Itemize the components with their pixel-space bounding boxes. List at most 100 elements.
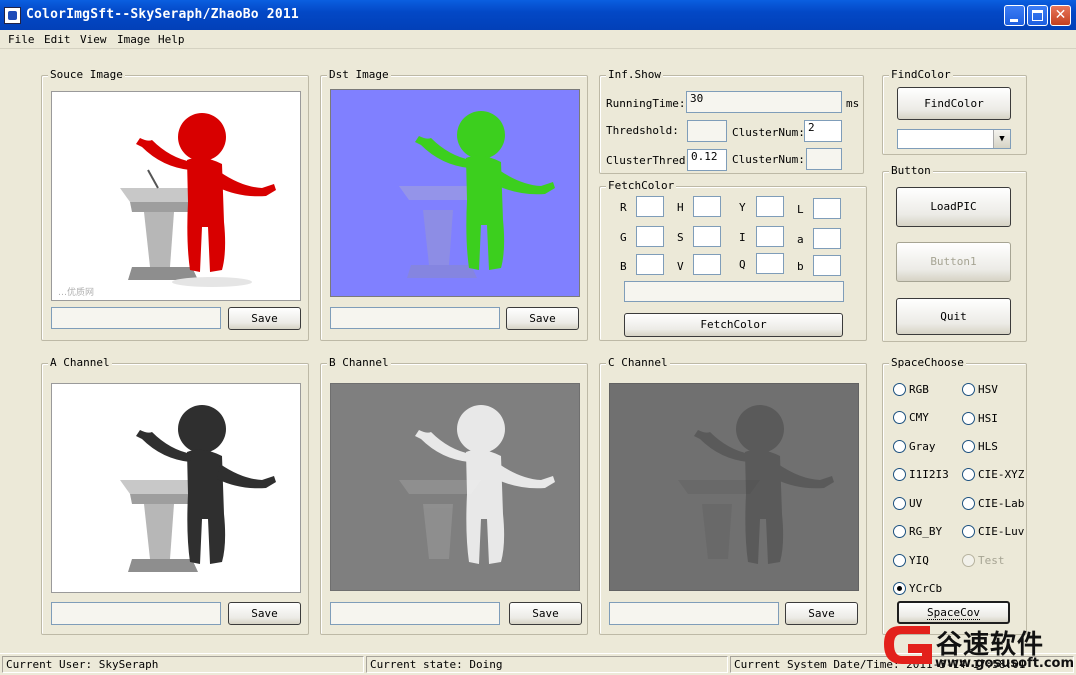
menu-view[interactable]: View bbox=[80, 33, 107, 46]
radio-cie-xyz-indicator[interactable] bbox=[962, 468, 975, 481]
dst-path-field[interactable] bbox=[330, 307, 500, 329]
channel-q-field[interactable] bbox=[756, 253, 784, 274]
c-channel-save-button[interactable]: Save bbox=[785, 602, 858, 625]
threshold-field[interactable] bbox=[687, 120, 727, 142]
find-color-select[interactable]: ▼ bbox=[897, 129, 1011, 149]
load-pic-button[interactable]: LoadPIC bbox=[896, 187, 1011, 227]
radio-hsi[interactable]: HSI bbox=[962, 411, 1026, 427]
source-image-group: Souce Image …优质网 Save bbox=[41, 68, 309, 341]
a-channel-path-field[interactable] bbox=[51, 602, 221, 625]
source-path-field[interactable] bbox=[51, 307, 221, 329]
radio-rg-by-indicator[interactable] bbox=[893, 525, 906, 538]
radio-rg-by[interactable]: RG_BY bbox=[893, 524, 963, 540]
radio-cmy-indicator[interactable] bbox=[893, 411, 906, 424]
radio-i1i2i3[interactable]: I1I2I3 bbox=[893, 467, 963, 483]
radio-rg-by-label: RG_BY bbox=[909, 525, 943, 538]
channel-l-field[interactable] bbox=[813, 198, 841, 219]
radio-cie-luv[interactable]: CIE-Luv bbox=[962, 524, 1026, 540]
a-channel-figure-image bbox=[120, 405, 276, 572]
radio-yiq-indicator[interactable] bbox=[893, 554, 906, 567]
b-channel-path-field[interactable] bbox=[330, 602, 500, 625]
menu-edit[interactable]: Edit bbox=[44, 33, 71, 46]
radio-ycrcb[interactable]: YCrCb bbox=[893, 581, 963, 597]
channel-b-field[interactable] bbox=[636, 254, 664, 275]
inf-show-group: Inf.Show RunningTime: 30 ms Thredshold: … bbox=[599, 68, 864, 174]
cluster-thred-field[interactable]: 0.12 bbox=[687, 149, 727, 171]
running-time-label: RunningTime: bbox=[606, 97, 686, 110]
radio-hls-indicator[interactable] bbox=[962, 440, 975, 453]
dst-save-button[interactable]: Save bbox=[506, 307, 579, 330]
maximize-button[interactable] bbox=[1027, 5, 1048, 26]
quit-button[interactable]: Quit bbox=[896, 298, 1011, 335]
c-channel-image[interactable] bbox=[609, 383, 859, 591]
channel-h-field[interactable] bbox=[693, 196, 721, 217]
menu-image[interactable]: Image bbox=[117, 33, 150, 46]
radio-ycrcb-label: YCrCb bbox=[909, 582, 943, 595]
channel-b2-field[interactable] bbox=[813, 255, 841, 276]
title-bar[interactable]: ColorImgSft--SkySeraph/ZhaoBo 2011 ✕ bbox=[0, 0, 1076, 30]
channel-a-field[interactable] bbox=[813, 228, 841, 249]
radio-uv-indicator[interactable] bbox=[893, 497, 906, 510]
radio-cie-xyz-label: CIE-XYZ bbox=[978, 468, 1025, 481]
radio-uv-label: UV bbox=[909, 497, 923, 510]
find-color-button[interactable]: FindColor bbox=[897, 87, 1011, 120]
source-save-button[interactable]: Save bbox=[228, 307, 301, 330]
running-time-value: 30 bbox=[690, 92, 704, 105]
radio-cie-lab-indicator[interactable] bbox=[962, 497, 975, 510]
cluster-num2-field[interactable] bbox=[806, 148, 842, 170]
close-button[interactable]: ✕ bbox=[1050, 5, 1071, 26]
radio-yiq[interactable]: YIQ bbox=[893, 553, 963, 569]
radio-rgb-indicator[interactable] bbox=[893, 383, 906, 396]
channel-y-field[interactable] bbox=[756, 196, 784, 217]
watermark-url: www.gosusoft.com bbox=[935, 656, 1075, 671]
menu-file[interactable]: File bbox=[8, 33, 35, 46]
c-channel-path-field[interactable] bbox=[609, 602, 779, 625]
a-channel-image[interactable] bbox=[51, 383, 301, 593]
b-channel-image[interactable] bbox=[330, 383, 580, 591]
channel-r-field[interactable] bbox=[636, 196, 664, 217]
radio-rgb[interactable]: RGB bbox=[893, 382, 963, 398]
radio-test[interactable]: Test bbox=[962, 553, 1026, 569]
radio-cmy[interactable]: CMY bbox=[893, 410, 963, 426]
radio-cie-xyz[interactable]: CIE-XYZ bbox=[962, 467, 1026, 483]
radio-gray-indicator[interactable] bbox=[893, 440, 906, 453]
app-icon[interactable] bbox=[4, 7, 21, 24]
channel-s-field[interactable] bbox=[693, 226, 721, 247]
channel-i-field[interactable] bbox=[756, 226, 784, 247]
a-channel-label: A Channel bbox=[48, 356, 112, 369]
channel-i-label: I bbox=[739, 231, 746, 244]
find-color-group: FindColor FindColor ▼ bbox=[882, 68, 1027, 155]
radio-i1i2i3-label: I1I2I3 bbox=[909, 468, 949, 481]
button1-button[interactable]: Button1 bbox=[896, 242, 1011, 282]
radio-uv[interactable]: UV bbox=[893, 496, 963, 512]
radio-gray[interactable]: Gray bbox=[893, 439, 963, 455]
channel-g-field[interactable] bbox=[636, 226, 664, 247]
source-image[interactable]: …优质网 bbox=[51, 91, 301, 301]
radio-i1i2i3-indicator[interactable] bbox=[893, 468, 906, 481]
radio-test-indicator[interactable] bbox=[962, 554, 975, 567]
window-title: ColorImgSft--SkySeraph/ZhaoBo 2011 bbox=[26, 7, 299, 22]
radio-ycrcb-indicator[interactable] bbox=[893, 582, 906, 595]
chevron-down-icon[interactable]: ▼ bbox=[993, 130, 1010, 148]
a-channel-save-button[interactable]: Save bbox=[228, 602, 301, 625]
running-time-field[interactable]: 30 bbox=[686, 91, 842, 113]
radio-hsv[interactable]: HSV bbox=[962, 382, 1026, 398]
radio-hsi-indicator[interactable] bbox=[962, 412, 975, 425]
radio-cie-lab[interactable]: CIE-Lab bbox=[962, 496, 1026, 512]
status-current-state: Current state: Doing bbox=[366, 656, 728, 673]
cluster-num-field[interactable]: 2 bbox=[804, 120, 842, 142]
source-figure-image: …优质网 bbox=[58, 113, 276, 298]
a-channel-group: A Channel Save bbox=[41, 356, 309, 635]
radio-hsv-indicator[interactable] bbox=[962, 383, 975, 396]
radio-cie-luv-indicator[interactable] bbox=[962, 525, 975, 538]
menu-help[interactable]: Help bbox=[158, 33, 185, 46]
radio-hls[interactable]: HLS bbox=[962, 439, 1026, 455]
close-icon: ✕ bbox=[1054, 7, 1067, 23]
fetch-color-button[interactable]: FetchColor bbox=[624, 313, 843, 337]
dst-image[interactable] bbox=[330, 89, 580, 297]
minimize-button[interactable] bbox=[1004, 5, 1025, 26]
channel-v-field[interactable] bbox=[693, 254, 721, 275]
gosusoft-logo-icon bbox=[884, 626, 932, 664]
dst-image-label: Dst Image bbox=[327, 68, 391, 81]
b-channel-save-button[interactable]: Save bbox=[509, 602, 582, 625]
